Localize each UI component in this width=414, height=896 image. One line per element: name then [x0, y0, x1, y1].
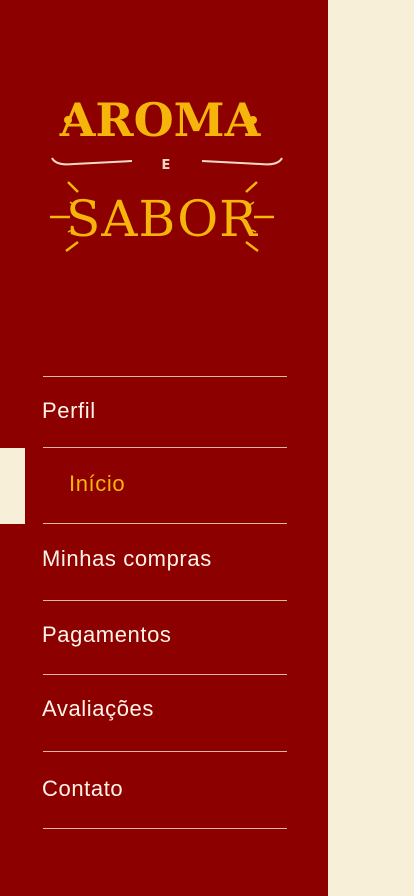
menu-item-label: Contato: [42, 776, 124, 801]
brand-logo[interactable]: AROMA E SABOR: [44, 84, 290, 264]
menu-item-label: Minhas compras: [42, 546, 212, 571]
menu-item-avaliacoes[interactable]: Avaliações: [0, 675, 328, 751]
logo-swirl-left: [51, 157, 133, 166]
logo-swirl-right: [201, 157, 283, 166]
logo-word-e: E: [162, 158, 171, 173]
menu-item-perfil[interactable]: Perfil: [0, 377, 328, 447]
logo-word-sabor: SABOR: [66, 190, 258, 248]
menu-item-contato[interactable]: Contato: [0, 752, 328, 828]
content-area[interactable]: [328, 0, 414, 896]
navigation-drawer: AROMA E SABOR Perfil Início Minhas compr…: [0, 0, 328, 896]
logo-graphic: AROMA E SABOR: [50, 93, 283, 252]
menu-divider: [43, 828, 287, 829]
menu-item-label: Início: [69, 471, 126, 496]
menu-item-label: Avaliações: [42, 696, 154, 721]
menu-item-label: Pagamentos: [42, 622, 172, 647]
logo-word-aroma: AROMA: [59, 93, 262, 147]
menu-item-pagamentos[interactable]: Pagamentos: [0, 601, 328, 674]
menu-item-minhas-compras[interactable]: Minhas compras: [0, 524, 328, 600]
menu-item-label: Perfil: [42, 398, 96, 423]
menu-item-inicio[interactable]: Início: [0, 448, 328, 523]
app-screen: AROMA E SABOR Perfil Início Minhas compr…: [0, 0, 414, 896]
